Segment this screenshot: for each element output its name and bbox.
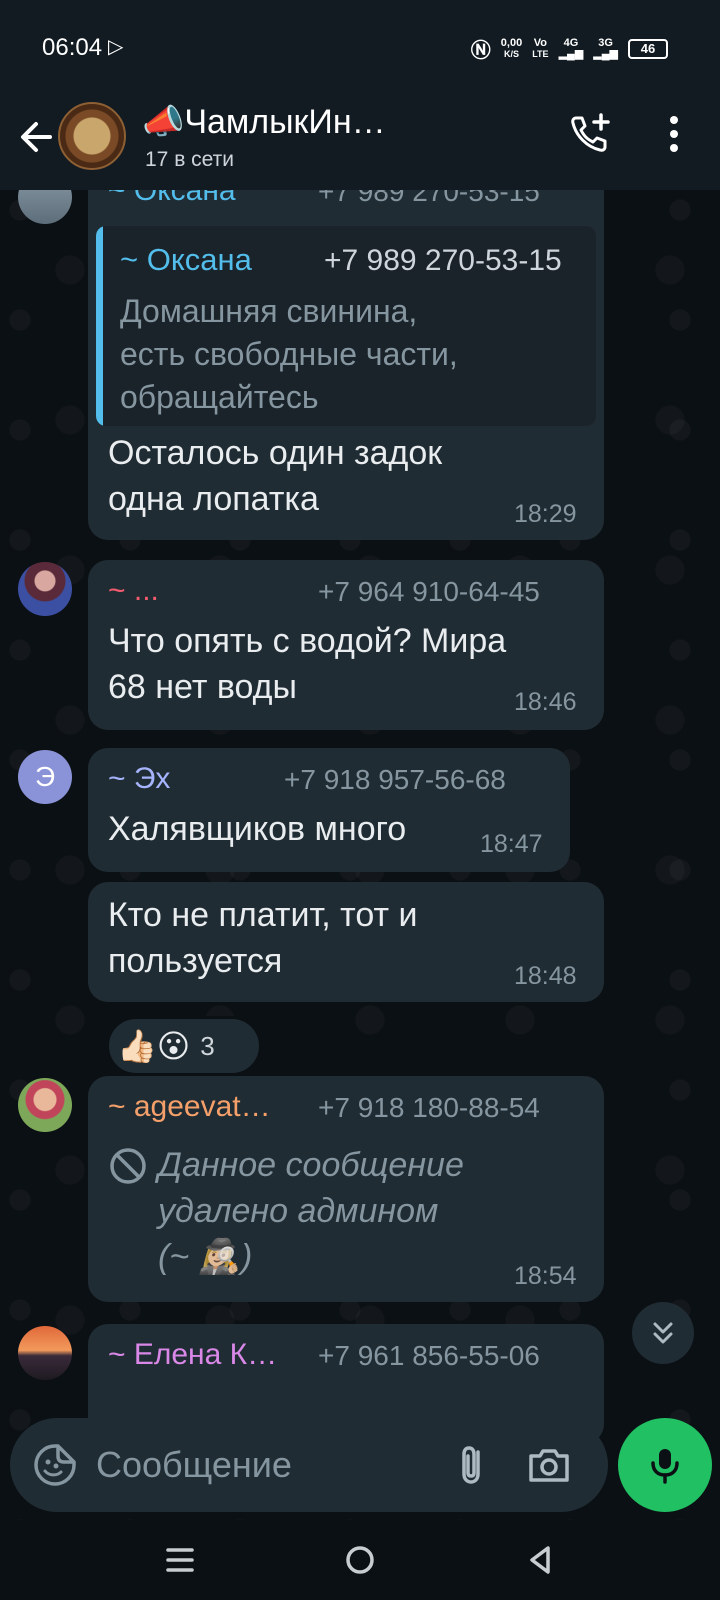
sender-phone: +7 989 270-53-15 [318, 190, 540, 207]
sender-name[interactable]: ~ ... [108, 574, 159, 608]
net-speed-unit: K/S [504, 48, 520, 59]
volte-bottom: LTE [532, 48, 549, 59]
message-time: 18:47 [480, 830, 543, 858]
camera-icon[interactable] [526, 1442, 572, 1488]
message-line: одна лопатка [108, 480, 319, 518]
sender-phone: +7 964 910-64-45 [318, 576, 540, 607]
quote-phone: +7 989 270-53-15 [324, 244, 562, 277]
chat-header: 📣ЧамлыкИн… 17 в сети [0, 90, 720, 190]
home-icon[interactable] [340, 1540, 380, 1580]
avatar[interactable] [18, 190, 72, 224]
message-composer [10, 1418, 608, 1512]
net2-label: 3G [598, 36, 613, 49]
back-icon[interactable] [520, 1540, 560, 1580]
message-line: Халявщиков много [108, 810, 407, 848]
back-arrow-icon[interactable] [14, 112, 58, 162]
volte-top: Vo [533, 36, 548, 49]
avatar[interactable] [18, 1326, 72, 1380]
message-bubble[interactable]: ~ Эх +7 918 957-56-68 Халявщиков много 1… [88, 748, 570, 872]
sender-phone: +7 918 180-88-54 [318, 1092, 540, 1123]
message-bubble[interactable]: ~ Оксана +7 989 270-53-15 ~ Оксана +7 98… [88, 190, 604, 540]
quote-line: обращайтесь [120, 379, 319, 415]
net-speed-value: 0,00 [500, 36, 523, 49]
microphone-icon [651, 1449, 679, 1484]
message-bubble[interactable]: Кто не платит, тот и пользуется 18:48 [88, 882, 604, 1002]
message-time: 18:48 [514, 962, 577, 990]
sender-name[interactable]: ~ Елена К… [108, 1338, 277, 1372]
deleted-line: удалено админом [158, 1192, 439, 1230]
quote-sender: ~ Оксана [120, 242, 252, 277]
reactions-badge[interactable]: 👍🏻😮 3 [106, 1016, 262, 1076]
sender-name[interactable]: ~ ageevat… [108, 1090, 271, 1124]
message-line: Кто не платит, тот и [108, 896, 418, 934]
message-bubble[interactable]: ~ ... +7 964 910-64-45 Что опять с водой… [88, 560, 604, 730]
sender-phone: +7 918 957-56-68 [284, 764, 506, 795]
signal-1-icon: 4G ▂▄▆ [558, 36, 584, 60]
avatar[interactable] [18, 562, 72, 616]
cast-icon: ▷ [108, 36, 124, 58]
battery-icon: 46 [628, 38, 668, 59]
avatar-letter: Э [34, 761, 56, 792]
scroll-to-bottom-button[interactable] [632, 1302, 694, 1364]
status-time: 06:04 [42, 34, 103, 61]
message-time: 18:46 [514, 688, 577, 716]
more-options-icon[interactable] [654, 112, 694, 156]
net-speed: 0,00 K/S [500, 36, 523, 60]
sticker-icon[interactable] [32, 1442, 78, 1488]
message-line: Что опять с водой? Мира [108, 622, 507, 660]
message-input[interactable] [96, 1436, 436, 1494]
sender-name[interactable]: ~ Эх [108, 762, 170, 796]
status-bar: 06:04 ▷ Ⓝ 0,00 K/S Vo LTE 4G ▂▄▆ 3G ▂▄▆ 46 [0, 0, 720, 90]
quote-line: есть свободные части, [120, 336, 458, 372]
message-line: 68 нет воды [108, 668, 297, 706]
sender-name[interactable]: ~ Оксана [108, 190, 236, 208]
battery-level: 46 [640, 41, 656, 56]
message-line: пользуется [108, 942, 283, 980]
message-time: 18:54 [514, 1262, 577, 1290]
quote-line: Домашняя свинина, [120, 293, 418, 329]
quoted-message[interactable]: ~ Оксана +7 989 270-53-15 Домашняя свини… [96, 226, 596, 426]
deleted-icon [110, 1148, 146, 1184]
message-bubble[interactable]: ~ ageevat… +7 918 180-88-54 Данное сообщ… [88, 1076, 604, 1302]
avatar[interactable] [18, 1078, 72, 1132]
reaction-count: 3 [200, 1030, 215, 1061]
deleted-line: (~ 🕵🏼‍♀️) [158, 1238, 253, 1276]
message-line: Осталось один задок [108, 434, 443, 472]
message-list[interactable]: ~ Оксана +7 989 270-53-15 ~ Оксана +7 98… [0, 190, 720, 1520]
sender-phone: +7 961 856-55-06 [318, 1340, 540, 1371]
signal-2-icon: 3G ▂▄▆ [593, 36, 618, 60]
attach-icon[interactable] [450, 1442, 496, 1488]
recent-apps-icon[interactable] [160, 1540, 200, 1580]
group-avatar[interactable] [58, 102, 126, 170]
quote-bar [96, 226, 103, 426]
voice-record-button[interactable] [618, 1418, 712, 1512]
double-chevron-down-icon [653, 1322, 673, 1344]
volte-indicator: Vo LTE [532, 36, 549, 60]
avatar[interactable]: Э [18, 750, 72, 804]
nfc-icon: Ⓝ [470, 40, 491, 62]
group-title[interactable]: 📣ЧамлыкИн… [142, 102, 386, 142]
reaction-emojis: 👍🏻😮 [117, 1028, 191, 1064]
message-time: 18:29 [514, 500, 577, 528]
deleted-line: Данное сообщение [158, 1146, 464, 1184]
online-count: 17 в сети [145, 148, 235, 171]
add-call-icon[interactable] [568, 112, 612, 156]
system-nav-bar [0, 1520, 720, 1600]
status-icons: Ⓝ 0,00 K/S Vo LTE 4G ▂▄▆ 3G ▂▄▆ 46 [471, 34, 668, 63]
net1-label: 4G [563, 36, 579, 49]
